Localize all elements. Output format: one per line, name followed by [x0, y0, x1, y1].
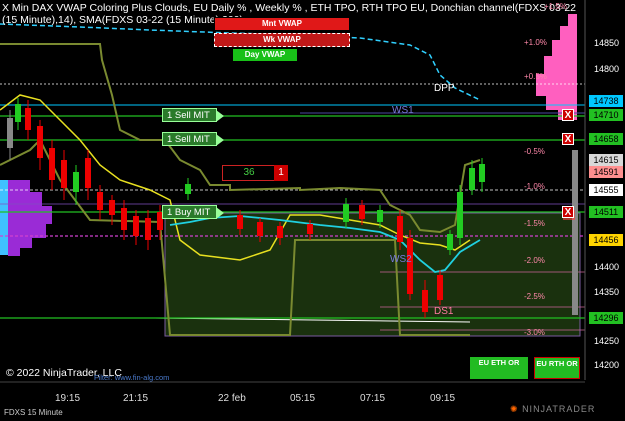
time-label-1915: 19:15	[55, 393, 81, 404]
price-tag-14710: 14710	[589, 109, 623, 121]
axis-price-14800: 14800	[594, 64, 620, 74]
eth-tpo-profile	[0, 180, 52, 256]
pct-plus-0-5: +0.5%	[524, 72, 547, 81]
sell-mit-order-2[interactable]: 1 Sell MIT	[162, 132, 224, 146]
axis-price-14200: 14200	[594, 360, 620, 370]
price-tag-14738: 14738	[589, 95, 623, 107]
pct-minus-0-5: -0.5%	[524, 147, 545, 156]
ws1-label: WS1	[392, 105, 414, 116]
axis-price-14400: 14400	[594, 262, 620, 272]
ninjatrader-logo-icon: ✺	[510, 404, 519, 414]
sell-mit-order-1[interactable]: 1 Sell MIT	[162, 108, 224, 122]
time-label-22feb: 22 feb	[218, 393, 246, 404]
price-tag-14591: 14591	[589, 166, 623, 178]
time-label-0715: 07:15	[360, 393, 386, 404]
watermark-text: Filter: www.fin-alg.com	[94, 373, 170, 382]
price-tag-14615: 14615	[589, 154, 623, 166]
pct-plus-1-5: +1.5%	[544, 2, 567, 11]
axis-price-14850: 14850	[594, 38, 620, 48]
price-tag-14658: 14658	[589, 133, 623, 145]
time-label-0515: 05:15	[290, 393, 316, 404]
price-tag-14511: 14511	[589, 206, 623, 218]
mnt-vwap-label: Mnt VWAP	[214, 17, 350, 31]
time-label-2115: 21:15	[123, 393, 149, 404]
price-chart[interactable]	[0, 0, 625, 421]
wk-vwap-label: Wk VWAP	[214, 33, 350, 47]
ds1-label: DS1	[434, 306, 454, 317]
position-quantity[interactable]: 36	[222, 165, 276, 181]
pct-minus-2-0: -2.0%	[524, 256, 545, 265]
day-vwap-label: Day VWAP	[232, 48, 298, 62]
axis-price-14250: 14250	[594, 336, 620, 346]
price-tag-14555: 14555	[589, 184, 623, 196]
time-label-0915: 09:15	[430, 393, 456, 404]
pct-minus-3-0: -3.0%	[524, 328, 545, 337]
weekly-volume-profile	[536, 14, 577, 120]
pct-plus-1-0: +1.0%	[524, 38, 547, 47]
close-order-button-2[interactable]: X	[562, 133, 574, 145]
pct-minus-1-0: -1.0%	[524, 182, 545, 191]
price-tag-14296: 14296	[589, 312, 623, 324]
ninjatrader-logo: ✺ NINJATRADER	[510, 404, 595, 415]
eu-eth-or-button[interactable]: EU ETH OR	[470, 357, 528, 379]
axis-price-14350: 14350	[594, 287, 620, 297]
dpp-label: DPP	[434, 83, 455, 94]
ws2-label: WS2	[390, 254, 412, 265]
buy-mit-order[interactable]: 1 Buy MIT	[162, 205, 224, 219]
pct-minus-1-5: -1.5%	[524, 219, 545, 228]
close-order-button-1[interactable]: X	[562, 109, 574, 121]
instrument-label: FDXS 15 Minute	[4, 408, 63, 417]
price-position-bar	[572, 150, 578, 315]
close-order-button-3[interactable]: X	[562, 206, 574, 218]
price-tag-14456: 14456	[589, 234, 623, 246]
position-count[interactable]: 1	[274, 165, 288, 181]
pct-minus-2-5: -2.5%	[524, 292, 545, 301]
brand-text: NINJATRADER	[522, 404, 596, 414]
eu-rth-or-button[interactable]: EU RTH OR	[534, 357, 580, 379]
